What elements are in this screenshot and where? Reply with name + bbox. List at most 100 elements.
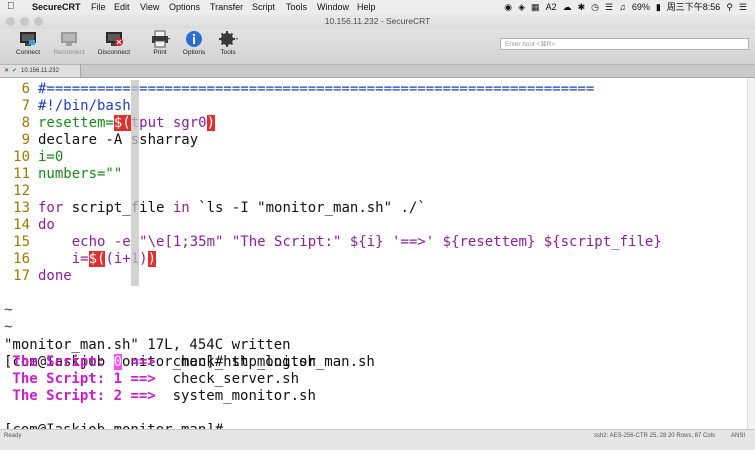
script-label: The Script: xyxy=(4,388,114,404)
script-index: 2 xyxy=(113,388,123,404)
code-line: 17 done xyxy=(0,268,747,285)
code-token: #!/bin/bash xyxy=(38,98,131,114)
code-token: declare -A ssharray xyxy=(38,132,199,148)
code-token: ) xyxy=(206,115,216,131)
line-number: 13 xyxy=(13,200,30,216)
line-number: 14 xyxy=(13,217,30,233)
code-line: 8 resettem=$(tput sgr0) xyxy=(0,115,747,132)
code-token: #=======================================… xyxy=(38,81,595,97)
zoom-window-icon[interactable] xyxy=(34,17,43,26)
code-line: 9 declare -A ssharray xyxy=(0,132,747,149)
menu-tools[interactable]: Tools xyxy=(286,0,307,14)
script-output-text: The Script: 1 ==> check_server.sh xyxy=(4,371,299,388)
code-token: i=0 xyxy=(38,149,64,165)
line-number: 6 xyxy=(21,81,30,97)
code-text: resettem=$(tput sgr0) xyxy=(38,115,216,132)
connect-button[interactable]: Connect xyxy=(6,30,50,56)
script-index: 1 xyxy=(113,371,123,387)
menu-options[interactable]: Options xyxy=(169,0,200,14)
printer-icon xyxy=(152,30,170,48)
display-icon[interactable]: ▦ xyxy=(531,0,540,14)
cloud-icon[interactable]: ☁ xyxy=(563,0,572,14)
code-text: numbers="" xyxy=(38,166,122,183)
menu-view[interactable]: View xyxy=(140,0,159,14)
code-token: ) xyxy=(147,251,157,267)
bluetooth-icon[interactable]: ✱ xyxy=(578,0,586,14)
disconnect-icon xyxy=(106,32,123,46)
session-tab[interactable]: ✕ ✔ 10.156.11.232 xyxy=(0,65,81,77)
code-token: done xyxy=(38,268,72,284)
volume-icon[interactable]: ♫ xyxy=(619,0,626,14)
code-line: 11 numbers="" xyxy=(0,166,747,183)
code-text: do xyxy=(38,217,55,234)
line-number: 12 xyxy=(13,183,30,199)
script-label: The Script: xyxy=(4,354,114,370)
menu-window[interactable]: Window xyxy=(317,0,349,14)
clock[interactable]: 周三下午8:56 xyxy=(667,0,721,14)
script-output-row: The Script: 0 ==> check_http_log.sh xyxy=(0,354,747,371)
script-arrow: ==> xyxy=(122,354,156,370)
code-line: 10 i=0 xyxy=(0,149,747,166)
record-icon[interactable]: ◉ xyxy=(504,0,512,14)
code-token: $( xyxy=(88,251,106,267)
menu-app-name[interactable]: SecureCRT xyxy=(32,0,81,14)
search-icon[interactable]: ⚲ xyxy=(726,0,733,14)
menu-transfer[interactable]: Transfer xyxy=(210,0,243,14)
mac-menubar:  SecureCRT File Edit View Options Trans… xyxy=(0,0,755,15)
tools-button[interactable]: Tools xyxy=(206,30,250,56)
battery-icon: ▮ xyxy=(655,2,661,12)
line-number: 17 xyxy=(13,268,30,284)
tab-title: 10.156.11.232 xyxy=(21,68,59,74)
code-text: declare -A ssharray xyxy=(38,132,198,149)
host-input[interactable]: Enter host <⌘R> xyxy=(500,38,749,50)
connect-icon xyxy=(20,32,36,46)
close-window-icon[interactable] xyxy=(6,17,15,26)
script-filename: check_http_log.sh xyxy=(155,354,316,370)
terminal-scrollbar[interactable] xyxy=(747,78,755,429)
code-line: 6 #======================================… xyxy=(0,81,747,98)
line-number: 16 xyxy=(13,251,30,267)
line-number: 9 xyxy=(21,132,30,148)
code-token: (i+1) xyxy=(105,251,148,267)
menu-script[interactable]: Script xyxy=(252,0,275,14)
code-token: script_file xyxy=(71,200,173,216)
menu-help[interactable]: Help xyxy=(357,0,376,14)
code-line: 16 i=$((i+1)) xyxy=(0,251,747,268)
wifi-icon[interactable]: ☰ xyxy=(605,0,613,14)
menu-file[interactable]: File xyxy=(91,0,106,14)
battery-percent[interactable]: 69% xyxy=(632,0,650,14)
status-emulation: ANSI xyxy=(730,433,745,439)
code-token: $( xyxy=(113,115,131,131)
line-number: 7 xyxy=(21,98,30,114)
write-message: "monitor_man.sh" 17L, 454C written xyxy=(0,320,747,353)
code-token: tput sgr0 xyxy=(130,115,207,131)
info-icon xyxy=(186,31,202,47)
script-arrow: ==> xyxy=(122,388,156,404)
toolbar: Connect Reconnect Disconnect Print Optio… xyxy=(0,29,755,65)
notification-center-icon[interactable]: ☰ xyxy=(739,0,747,14)
menubar-status-area: ◉ ◈ ▦ A2 ☁ ✱ ◷ ☰ ♫ 69% ▮ 周三下午8:56 ⚲ ☰ xyxy=(504,0,747,14)
minimize-window-icon[interactable] xyxy=(20,17,29,26)
window-titlebar: 10.156.11.232 - SecureCRT xyxy=(0,14,755,29)
status-connection-info: ssh2: AES-256-CTR 25, 28 20 Rows, 87 Col… xyxy=(593,433,715,439)
apple-icon[interactable]:  xyxy=(7,0,15,14)
reconnect-button[interactable]: Reconnect xyxy=(47,30,91,56)
script-output-row: The Script: 1 ==> check_server.sh xyxy=(0,371,747,388)
script-index: 0 xyxy=(113,354,123,370)
tilde-line: ~ xyxy=(0,285,747,318)
line-number: 15 xyxy=(13,234,30,250)
script-output-text: The Script: 0 ==> check_http_log.sh xyxy=(4,354,316,371)
disconnect-button[interactable]: Disconnect xyxy=(92,30,136,56)
code-text: #!/bin/bash xyxy=(38,98,131,115)
script-label: The Script: xyxy=(4,371,114,387)
status-ready: Ready xyxy=(4,433,22,439)
qq-icon[interactable]: ◈ xyxy=(518,0,525,14)
menu-edit[interactable]: Edit xyxy=(114,0,130,14)
time-machine-icon[interactable]: ◷ xyxy=(591,0,599,14)
notification-count-icon[interactable]: A2 xyxy=(546,0,557,14)
terminal-area[interactable]: 6 #======================================… xyxy=(0,78,747,438)
line-number: 8 xyxy=(21,115,30,131)
close-tab-icon[interactable]: ✕ xyxy=(4,65,9,77)
tools-label: Tools xyxy=(220,49,236,56)
statusbar: Ready ssh2: AES-256-CTR 25, 28 20 Rows, … xyxy=(0,429,755,450)
